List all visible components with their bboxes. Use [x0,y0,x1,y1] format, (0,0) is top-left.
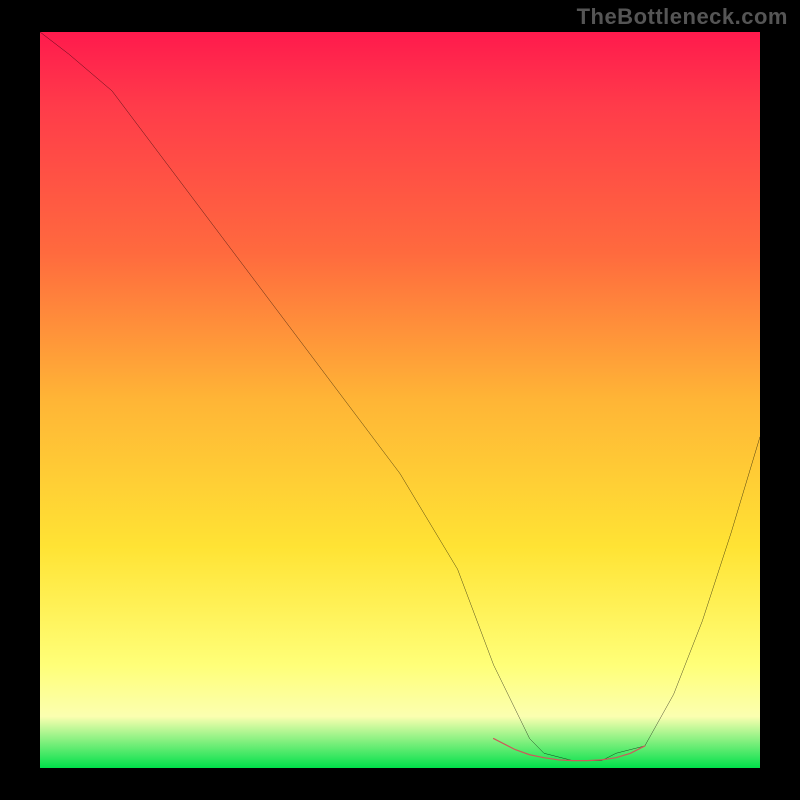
optimal-range-path [494,739,645,761]
plot-area [40,32,760,768]
chart-svg [40,32,760,768]
bottleneck-curve-path [40,32,760,761]
chart-frame: TheBottleneck.com [0,0,800,800]
watermark-text: TheBottleneck.com [577,4,788,30]
